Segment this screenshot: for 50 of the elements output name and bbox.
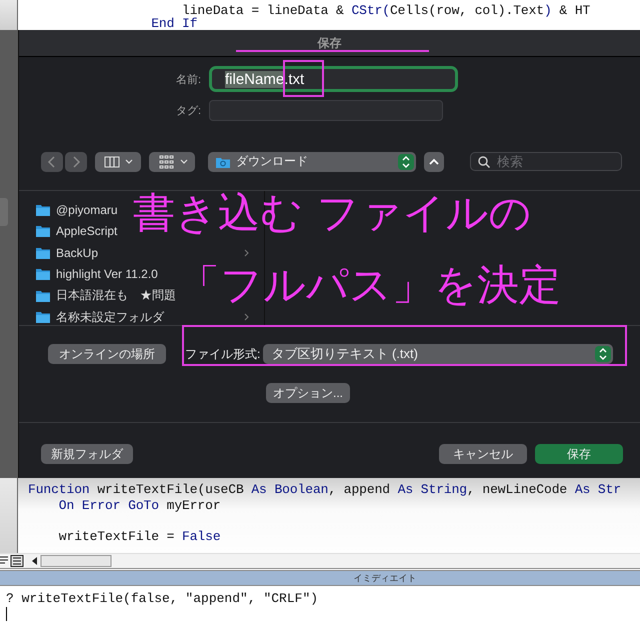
search-field[interactable]: 検索 bbox=[470, 152, 622, 171]
forward-button[interactable] bbox=[65, 152, 87, 172]
folder-icon bbox=[36, 225, 50, 238]
folder-item[interactable]: @piyomaru bbox=[56, 202, 118, 217]
tag-field[interactable] bbox=[209, 100, 443, 121]
format-label: ファイル形式: bbox=[185, 346, 260, 362]
annotation-text: 書き込む ファイルの bbox=[133, 192, 532, 234]
name-label: 名前: bbox=[176, 74, 201, 86]
code-line: lineData = lineData & CStr(Cells(row, col).Text) & HT bbox=[181, 4, 590, 17]
folder-item[interactable]: highlight Ver 11.2.0 bbox=[56, 267, 158, 282]
search-icon bbox=[478, 156, 490, 168]
downloads-folder-icon bbox=[216, 156, 230, 168]
code-line: On Error GoTo myError bbox=[58, 498, 221, 513]
name-field[interactable]: fileName.txt bbox=[209, 66, 458, 92]
expand-button[interactable] bbox=[424, 152, 444, 172]
group-view-button[interactable] bbox=[149, 152, 195, 172]
stepper-icon bbox=[595, 346, 612, 362]
stepper-icon bbox=[398, 154, 414, 170]
chevron-icon bbox=[244, 313, 249, 322]
folder-icon bbox=[36, 290, 50, 302]
highlight-box bbox=[283, 60, 324, 97]
folder-item[interactable]: 名称未設定フォルダ bbox=[56, 308, 164, 325]
scroll-thumb[interactable] bbox=[40, 555, 112, 567]
folder-icon bbox=[36, 246, 50, 259]
options-button[interactable]: オプション... bbox=[266, 383, 350, 403]
folder-item[interactable]: 日本語混在も ★問題 bbox=[56, 287, 176, 304]
folder-item[interactable]: BackUp bbox=[56, 246, 98, 260]
cancel-button[interactable]: キャンセル bbox=[439, 444, 527, 464]
back-button[interactable] bbox=[41, 152, 63, 172]
dialog-title: 保存 bbox=[318, 34, 342, 52]
command-line: ? writeTextFile(false, "append", "CRLF") bbox=[6, 591, 318, 606]
column-view-button[interactable] bbox=[95, 152, 141, 172]
folder-icon bbox=[36, 311, 50, 324]
folder-icon bbox=[36, 268, 50, 280]
save-button[interactable]: 保存 bbox=[535, 444, 623, 464]
online-locations-button[interactable]: オンラインの場所 bbox=[48, 344, 166, 364]
format-popup[interactable]: タブ区切りテキスト (.txt) bbox=[263, 344, 614, 364]
new-folder-button[interactable]: 新規フォルダ bbox=[41, 444, 133, 464]
folder-item[interactable]: AppleScript bbox=[56, 224, 118, 238]
code-line: writeTextFile = False bbox=[58, 528, 221, 544]
annotation-text: 「フルパス」を決定 bbox=[178, 264, 561, 306]
text-cursor bbox=[6, 607, 7, 621]
location-popup[interactable]: ダウンロード bbox=[208, 152, 416, 172]
scroll-bar[interactable] bbox=[0, 553, 640, 568]
pane-title: イミディエイト bbox=[354, 572, 416, 584]
code-line: End If bbox=[150, 17, 198, 30]
chevron-icon bbox=[244, 248, 249, 257]
tag-label: タグ: bbox=[176, 105, 201, 117]
folder-icon bbox=[36, 204, 50, 216]
code-line: Function writeTextFile(useCB As Boolean, append As String, newLineCode As Str bbox=[28, 482, 622, 498]
